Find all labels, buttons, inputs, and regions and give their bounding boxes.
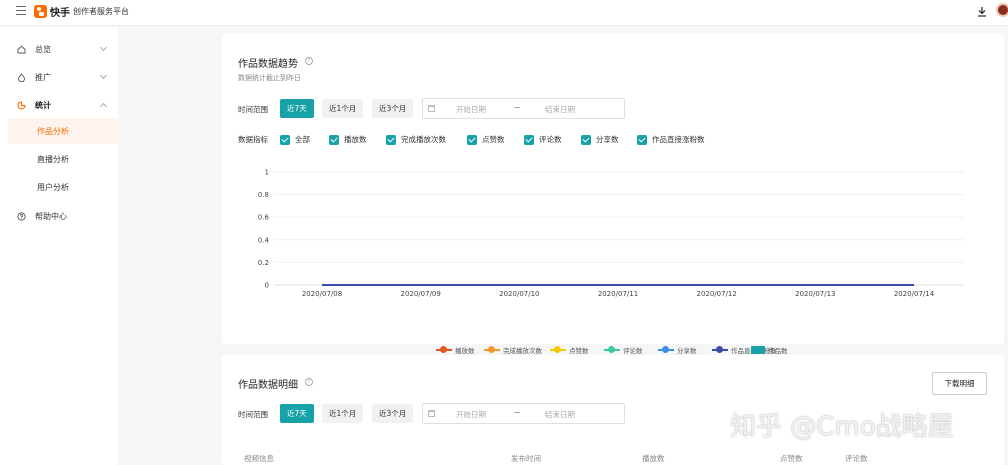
range-1-month-button[interactable]: 近1个月: [322, 404, 364, 423]
date-separator: ~: [514, 408, 521, 417]
legend-label: 作品数: [768, 347, 788, 355]
legend-marker: [751, 346, 765, 354]
brand-logo[interactable]: 快手 创作者服务平台: [34, 4, 129, 19]
help-circle-icon: [17, 212, 26, 221]
sidebar-subitem-label: 直播分析: [37, 154, 69, 164]
x-tick-label: 2020/07/09: [400, 290, 440, 298]
trend-card: 作品数据趋势 ? 数据统计截止到昨日 时间范围 近7天 近1个月 近3个月 开始…: [222, 33, 1004, 355]
range-7-days-button[interactable]: 近7天: [280, 404, 314, 423]
legend-marker: [436, 346, 452, 353]
sidebar-item-label: 统计: [35, 100, 51, 110]
date-end-placeholder[interactable]: 结束日期: [545, 409, 575, 420]
trend-line-chart: 1 0.8 0.6 0.4 0.2 0 2020/07/08 2020/07/09 2020/0…: [258, 169, 964, 298]
sidebar-item-promotion[interactable]: 推广: [0, 63, 118, 91]
legend-item[interactable]: 评论数: [604, 345, 643, 355]
flame-icon: [18, 73, 25, 82]
range-3-months-button[interactable]: 近3个月: [372, 404, 414, 423]
sidebar-item-statistics[interactable]: 统计: [0, 91, 118, 119]
y-tick-label: 0.6: [258, 214, 270, 222]
y-tick-label: 0.4: [258, 236, 270, 244]
watermark-text: 知乎 @Cmo战略屋: [730, 412, 954, 442]
legend-item[interactable]: 完成播放次数: [484, 345, 542, 355]
brand-name: 快手: [50, 8, 70, 19]
calendar-icon: [428, 410, 435, 417]
x-tick-label: 2020/07/08: [302, 290, 342, 298]
date-range-picker[interactable]: 开始日期 ~ 结束日期: [422, 403, 625, 424]
sidebar-subitem-label: 作品分析: [37, 126, 69, 136]
y-tick-label: 0.8: [258, 191, 269, 199]
sidebar-item-label: 推广: [35, 72, 51, 82]
sidebar-subitem-user-analysis[interactable]: 用户分析: [8, 174, 118, 200]
sidebar-item-overview[interactable]: 总览: [0, 35, 118, 63]
legend-item[interactable]: 点赞数: [550, 345, 589, 355]
detail-title: 作品数据明细: [238, 380, 298, 391]
column-header-plays[interactable]: 播放数: [642, 453, 665, 464]
sidebar-subitem-label: 用户分析: [37, 182, 69, 192]
sidebar-subitem-live-analysis[interactable]: 直播分析: [8, 146, 118, 172]
legend-label: 评论数: [623, 347, 643, 355]
legend-label: 完成播放次数: [503, 347, 542, 355]
date-start-placeholder[interactable]: 开始日期: [456, 409, 486, 420]
top-bar: 快手 创作者服务平台: [0, 0, 1008, 26]
pie-chart-icon: [17, 101, 26, 110]
legend-item[interactable]: 作品数: [751, 345, 788, 355]
legend-label: 分享数: [677, 347, 697, 355]
home-icon: [17, 45, 26, 54]
sidebar-item-help-center[interactable]: 帮助中心: [0, 202, 118, 230]
x-tick-label: 2020/07/14: [894, 290, 935, 298]
legend-item[interactable]: 播放数: [436, 345, 475, 355]
x-tick-label: 2020/07/13: [795, 290, 835, 298]
legend-marker: [712, 346, 728, 353]
y-tick-label: 0.2: [258, 259, 269, 267]
chevron-down-icon: [99, 71, 108, 80]
legend-label: 点赞数: [569, 347, 589, 355]
legend-item[interactable]: 分享数: [658, 345, 697, 355]
download-details-button[interactable]: 下载明细: [932, 372, 987, 395]
sidebar-item-label: 总览: [35, 44, 51, 54]
legend-marker: [550, 346, 566, 353]
help-icon[interactable]: ?: [305, 378, 313, 386]
legend-label: 播放数: [455, 347, 475, 355]
column-header-publish-time[interactable]: 发布时间: [511, 453, 541, 464]
y-tick-label: 0: [265, 282, 269, 290]
column-header-likes[interactable]: 点赞数: [780, 453, 803, 464]
avatar[interactable]: [996, 3, 1008, 17]
column-header-comments[interactable]: 评论数: [845, 453, 868, 464]
x-tick-label: 2020/07/11: [598, 290, 638, 298]
legend-marker: [484, 346, 500, 353]
legend-marker: [658, 346, 674, 353]
chevron-down-icon: [99, 43, 108, 52]
chevron-up-icon: [99, 102, 108, 111]
y-tick-label: 1: [265, 169, 269, 177]
brand-subtitle: 创作者服务平台: [73, 7, 129, 16]
download-icon[interactable]: [977, 6, 987, 18]
x-tick-label: 2020/07/12: [696, 290, 736, 298]
menu-toggle-icon[interactable]: [16, 6, 26, 16]
sidebar-subitem-work-analysis[interactable]: 作品分析: [8, 118, 118, 144]
sidebar: 总览 推广 统计 作品分析 直播分析 用户分析 帮助中心: [0, 27, 118, 465]
kuaishou-logo-icon: [34, 5, 47, 18]
legend-marker: [604, 346, 620, 353]
column-header-video-info: 视频信息: [244, 454, 274, 463]
x-tick-label: 2020/07/10: [499, 290, 539, 298]
range-label: 时间范围: [238, 410, 268, 419]
sidebar-item-label: 帮助中心: [35, 211, 67, 221]
